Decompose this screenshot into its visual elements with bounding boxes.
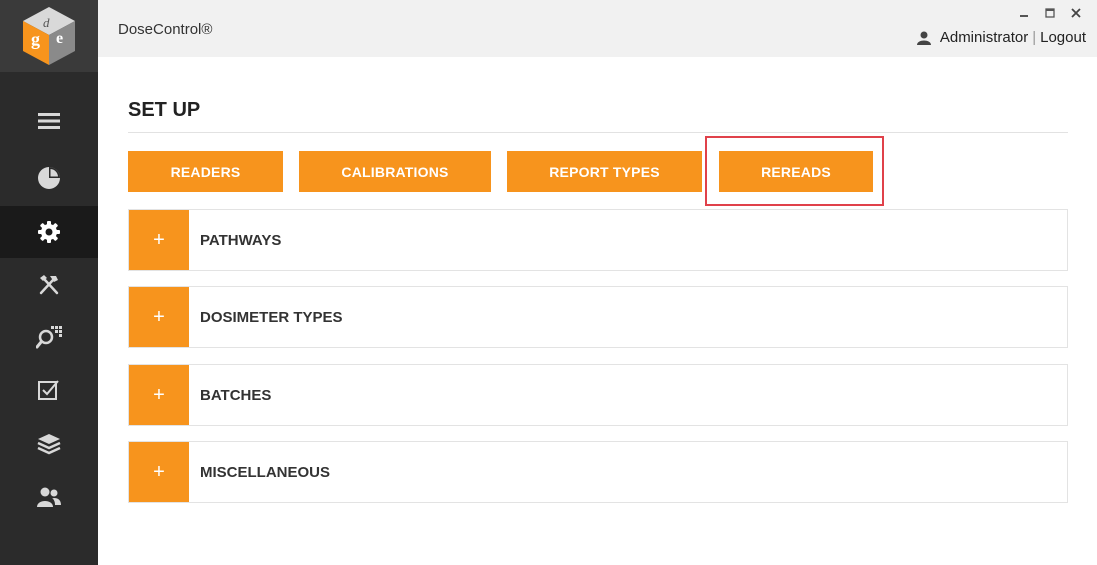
- section-miscellaneous[interactable]: + MISCELLANEOUS: [128, 441, 1068, 503]
- username: Administrator: [939, 29, 1029, 46]
- expand-icon[interactable]: +: [129, 287, 189, 347]
- page-title: SET UP: [128, 99, 201, 121]
- expand-icon[interactable]: +: [129, 365, 189, 425]
- maximize-button[interactable]: [1037, 3, 1063, 23]
- window-controls: [1011, 2, 1089, 24]
- tools-icon: [39, 275, 59, 295]
- sidebar: g e d: [0, 0, 98, 565]
- readers-button[interactable]: READERS: [128, 151, 283, 192]
- sidebar-item-dashboard[interactable]: [0, 152, 98, 204]
- sidebar-item-users[interactable]: [0, 471, 98, 523]
- sidebar-item-dosimeters[interactable]: [0, 311, 98, 363]
- user-separator: |: [1032, 29, 1037, 46]
- logo-area: g e d: [0, 0, 98, 72]
- users-icon: [37, 487, 61, 507]
- svg-text:e: e: [56, 30, 63, 47]
- sidebar-item-menu[interactable]: [0, 95, 98, 147]
- user-icon: [916, 31, 931, 45]
- section-label: PATHWAYS: [200, 232, 282, 249]
- gear-icon: [38, 221, 60, 243]
- top-bar: DoseControl® Administrator | Logout: [98, 0, 1097, 57]
- dosimeter-search-icon: [36, 326, 62, 349]
- report-types-button[interactable]: REPORT TYPES: [507, 151, 702, 192]
- sidebar-item-tasks[interactable]: [0, 364, 98, 416]
- menu-icon: [38, 113, 60, 129]
- calibrations-button[interactable]: CALIBRATIONS: [299, 151, 491, 192]
- app-title: DoseControl®: [118, 21, 213, 38]
- expand-icon[interactable]: +: [129, 210, 189, 270]
- gde-cube-logo: g e d: [23, 7, 75, 65]
- close-button[interactable]: [1063, 3, 1089, 23]
- app-window: g e d DoseControl® Administrator | Logou…: [0, 0, 1097, 565]
- expand-icon[interactable]: +: [129, 442, 189, 502]
- user-area: Administrator | Logout: [916, 29, 1086, 46]
- title-divider: [128, 132, 1068, 133]
- minimize-icon: [1020, 15, 1028, 17]
- section-label: MISCELLANEOUS: [200, 464, 331, 481]
- logout-link[interactable]: Logout: [1040, 29, 1086, 46]
- section-batches[interactable]: + BATCHES: [128, 364, 1068, 426]
- sidebar-item-layers[interactable]: [0, 418, 98, 470]
- section-label: DOSIMETER TYPES: [200, 309, 343, 326]
- section-pathways[interactable]: + PATHWAYS: [128, 209, 1068, 271]
- dashboard-pie-icon: [38, 167, 60, 189]
- highlight-box: [705, 136, 884, 206]
- close-icon: [1071, 8, 1081, 18]
- section-label: BATCHES: [200, 387, 272, 404]
- svg-text:g: g: [31, 29, 40, 49]
- sidebar-item-setup[interactable]: [0, 206, 98, 258]
- maximize-icon: [1045, 8, 1055, 18]
- sidebar-item-tools[interactable]: [0, 258, 98, 310]
- checkbox-icon: [38, 380, 59, 400]
- svg-text:d: d: [43, 15, 50, 30]
- section-dosimeter-types[interactable]: + DOSIMETER TYPES: [128, 286, 1068, 348]
- minimize-button[interactable]: [1011, 3, 1037, 23]
- layers-icon: [37, 434, 61, 455]
